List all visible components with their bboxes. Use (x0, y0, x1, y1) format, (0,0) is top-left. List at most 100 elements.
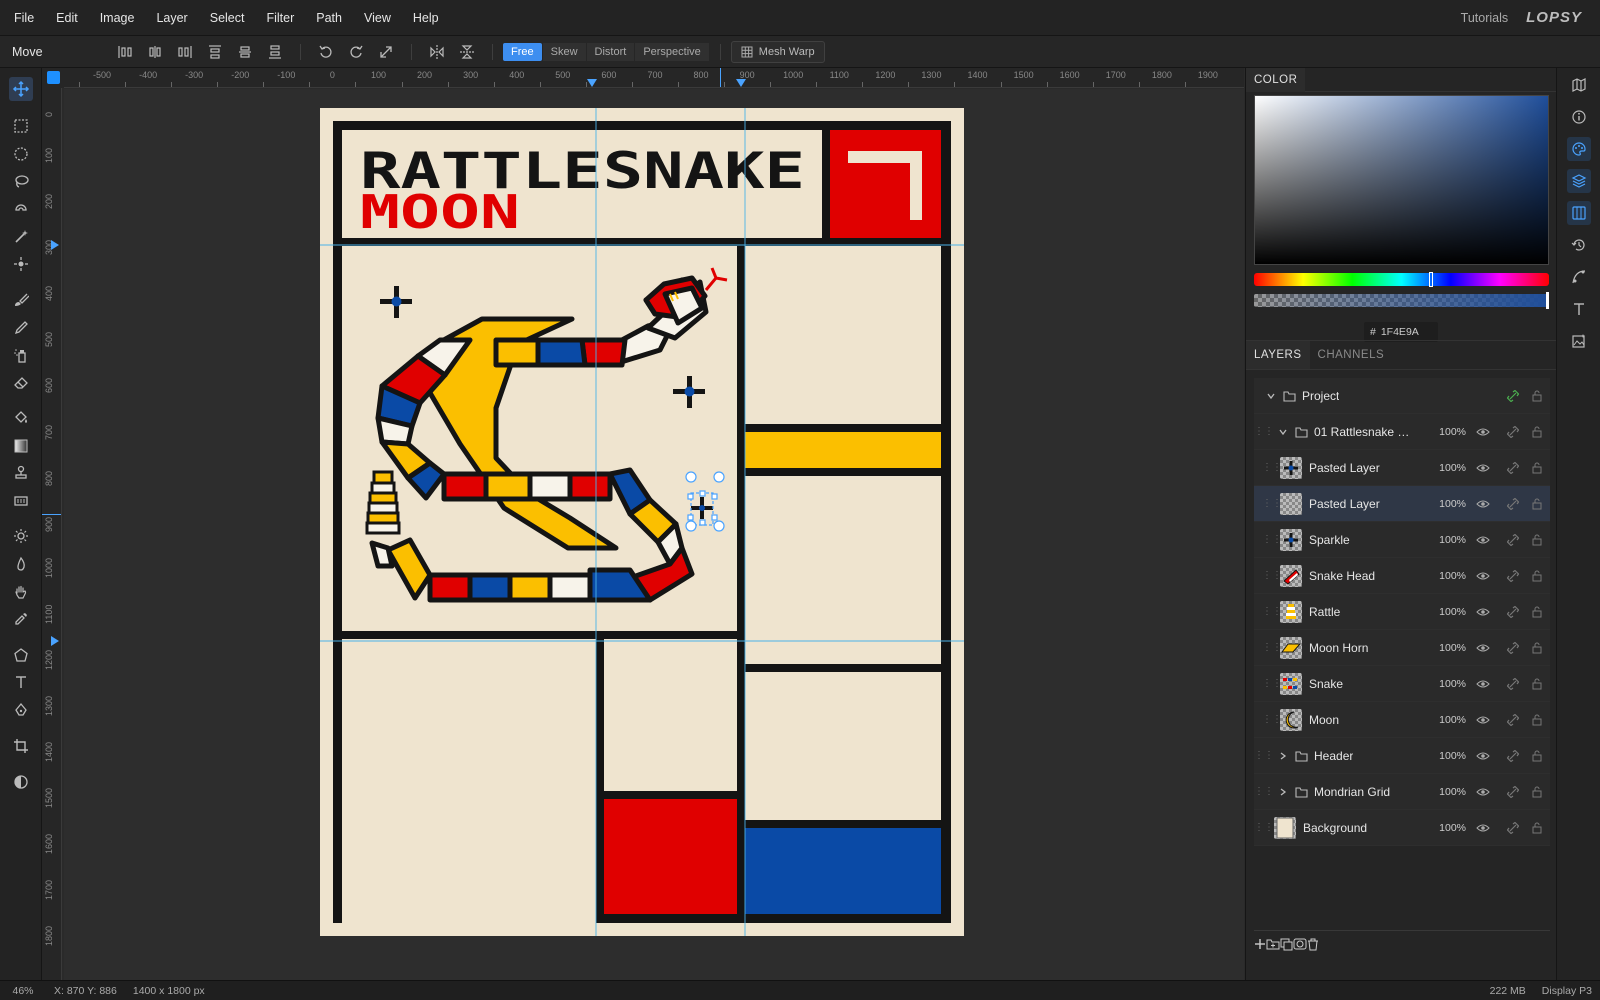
pattern-icon[interactable] (9, 489, 33, 513)
link-icon[interactable] (1506, 713, 1520, 727)
eye-icon[interactable] (1476, 605, 1490, 619)
layer-row[interactable]: ⋮⋮ Snake Head 100% (1254, 558, 1550, 594)
rotate-ccw-icon[interactable] (315, 41, 337, 63)
menu-file[interactable]: File (0, 11, 45, 25)
layer-row[interactable]: ⋮⋮ Pasted Layer 100% (1254, 486, 1550, 522)
drag-handle-icon[interactable]: ⋮⋮ (1254, 786, 1274, 797)
layer-row[interactable]: ⋮⋮ Mondrian Grid 100% (1254, 774, 1550, 810)
eye-icon[interactable] (1476, 569, 1490, 583)
drag-handle-icon[interactable]: ⋮⋮ (1254, 750, 1274, 761)
rotate-cw-icon[interactable] (345, 41, 367, 63)
chevron-right-icon[interactable] (1276, 785, 1290, 799)
layer-row-group[interactable]: ⋮⋮ 01 Rattlesnake M... 100% (1254, 414, 1550, 450)
polygon-icon[interactable] (9, 643, 33, 667)
pencil-icon[interactable] (9, 316, 33, 340)
alpha-slider[interactable] (1254, 294, 1549, 307)
layer-row[interactable]: ⋮⋮ Sparkle 100% (1254, 522, 1550, 558)
align-bottom-icon[interactable] (264, 41, 286, 63)
layer-opacity[interactable]: 100% (1439, 534, 1466, 546)
drag-handle-icon[interactable]: ⋮⋮ (1262, 498, 1282, 509)
tab-channels[interactable]: CHANNELS (1310, 341, 1393, 369)
eraser-icon[interactable] (9, 370, 33, 394)
eye-icon[interactable] (1476, 461, 1490, 475)
zoom-level[interactable]: 46% (0, 985, 46, 997)
hue-slider[interactable] (1254, 273, 1549, 286)
drag-handle-icon[interactable]: ⋮⋮ (1262, 606, 1282, 617)
drag-handle-icon[interactable]: ⋮⋮ (1262, 534, 1282, 545)
eye-icon[interactable] (1476, 749, 1490, 763)
gradient-icon[interactable] (9, 434, 33, 458)
layer-opacity[interactable]: 100% (1439, 426, 1466, 438)
curves-icon[interactable] (1567, 265, 1591, 289)
align-center-h-icon[interactable] (144, 41, 166, 63)
link-icon[interactable] (1506, 389, 1520, 403)
drag-handle-icon[interactable]: ⋮⋮ (1254, 426, 1274, 437)
align-top-icon[interactable] (204, 41, 226, 63)
layer-opacity[interactable]: 100% (1439, 678, 1466, 690)
layer-mask-icon[interactable] (1293, 938, 1307, 953)
link-icon[interactable] (1506, 749, 1520, 763)
eye-icon[interactable] (1476, 533, 1490, 547)
lock-icon[interactable] (1530, 461, 1544, 475)
text-icon[interactable] (9, 670, 33, 694)
crop-icon[interactable] (9, 734, 33, 758)
info-icon[interactable] (1567, 105, 1591, 129)
link-icon[interactable] (1506, 461, 1520, 475)
menu-edit[interactable]: Edit (45, 11, 89, 25)
hex-value[interactable]: 1F4E9A (1381, 326, 1419, 338)
link-icon[interactable] (1506, 785, 1520, 799)
palette-icon[interactable] (1567, 137, 1591, 161)
poster-artwork[interactable]: RATTLESNAKE MOON (320, 108, 964, 936)
history-icon[interactable] (1567, 233, 1591, 257)
hand-icon[interactable] (9, 580, 33, 604)
lock-icon[interactable] (1530, 569, 1544, 583)
lock-icon[interactable] (1530, 713, 1544, 727)
color-tab[interactable]: COLOR (1246, 67, 1306, 92)
move-icon[interactable] (9, 77, 33, 101)
link-icon[interactable] (1506, 605, 1520, 619)
chevron-right-icon[interactable] (1276, 749, 1290, 763)
mesh-warp-button[interactable]: Mesh Warp (730, 40, 825, 63)
chevron-down-icon[interactable] (1276, 425, 1290, 439)
layer-opacity[interactable]: 100% (1439, 570, 1466, 582)
lock-icon[interactable] (1530, 425, 1544, 439)
menu-path[interactable]: Path (305, 11, 353, 25)
mode-free-button[interactable]: Free (503, 42, 542, 61)
layer-row-project[interactable]: Project (1254, 378, 1550, 414)
spray-icon[interactable] (9, 343, 33, 367)
lock-icon[interactable] (1530, 533, 1544, 547)
bucket-icon[interactable] (9, 406, 33, 430)
chevron-down-icon[interactable] (1264, 389, 1278, 403)
quick-select-icon[interactable] (9, 252, 33, 276)
link-icon[interactable] (1506, 533, 1520, 547)
channels-icon[interactable] (1567, 201, 1591, 225)
layer-opacity[interactable]: 100% (1439, 462, 1466, 474)
delete-layer-icon[interactable] (1307, 938, 1319, 954)
add-group-icon[interactable] (1266, 938, 1280, 953)
link-icon[interactable] (1506, 497, 1520, 511)
link-icon[interactable] (1506, 425, 1520, 439)
hex-input[interactable]: # 1F4E9A (1364, 322, 1438, 342)
contrast-icon[interactable] (9, 770, 33, 794)
layer-row[interactable]: ⋮⋮ Background 100% (1254, 810, 1550, 846)
lock-icon[interactable] (1530, 785, 1544, 799)
mode-skew-button[interactable]: Skew (542, 42, 586, 61)
stamp-icon[interactable] (9, 461, 33, 485)
eye-icon[interactable] (1476, 785, 1490, 799)
menu-view[interactable]: View (353, 11, 402, 25)
add-layer-icon[interactable] (1254, 938, 1266, 953)
burn-icon[interactable] (9, 552, 33, 576)
brush-icon[interactable] (9, 288, 33, 312)
layer-opacity[interactable]: 100% (1439, 786, 1466, 798)
lock-icon[interactable] (1530, 677, 1544, 691)
lock-icon[interactable] (1530, 389, 1544, 403)
layer-opacity[interactable]: 100% (1439, 606, 1466, 618)
menu-layer[interactable]: Layer (145, 11, 198, 25)
align-middle-v-icon[interactable] (234, 41, 256, 63)
color-saturation-picker[interactable] (1254, 95, 1549, 265)
map-icon[interactable] (1567, 73, 1591, 97)
eye-icon[interactable] (1476, 497, 1490, 511)
magic-wand-icon[interactable] (9, 225, 33, 249)
lock-icon[interactable] (1530, 821, 1544, 835)
layer-row[interactable]: ⋮⋮ Moon 100% (1254, 702, 1550, 738)
